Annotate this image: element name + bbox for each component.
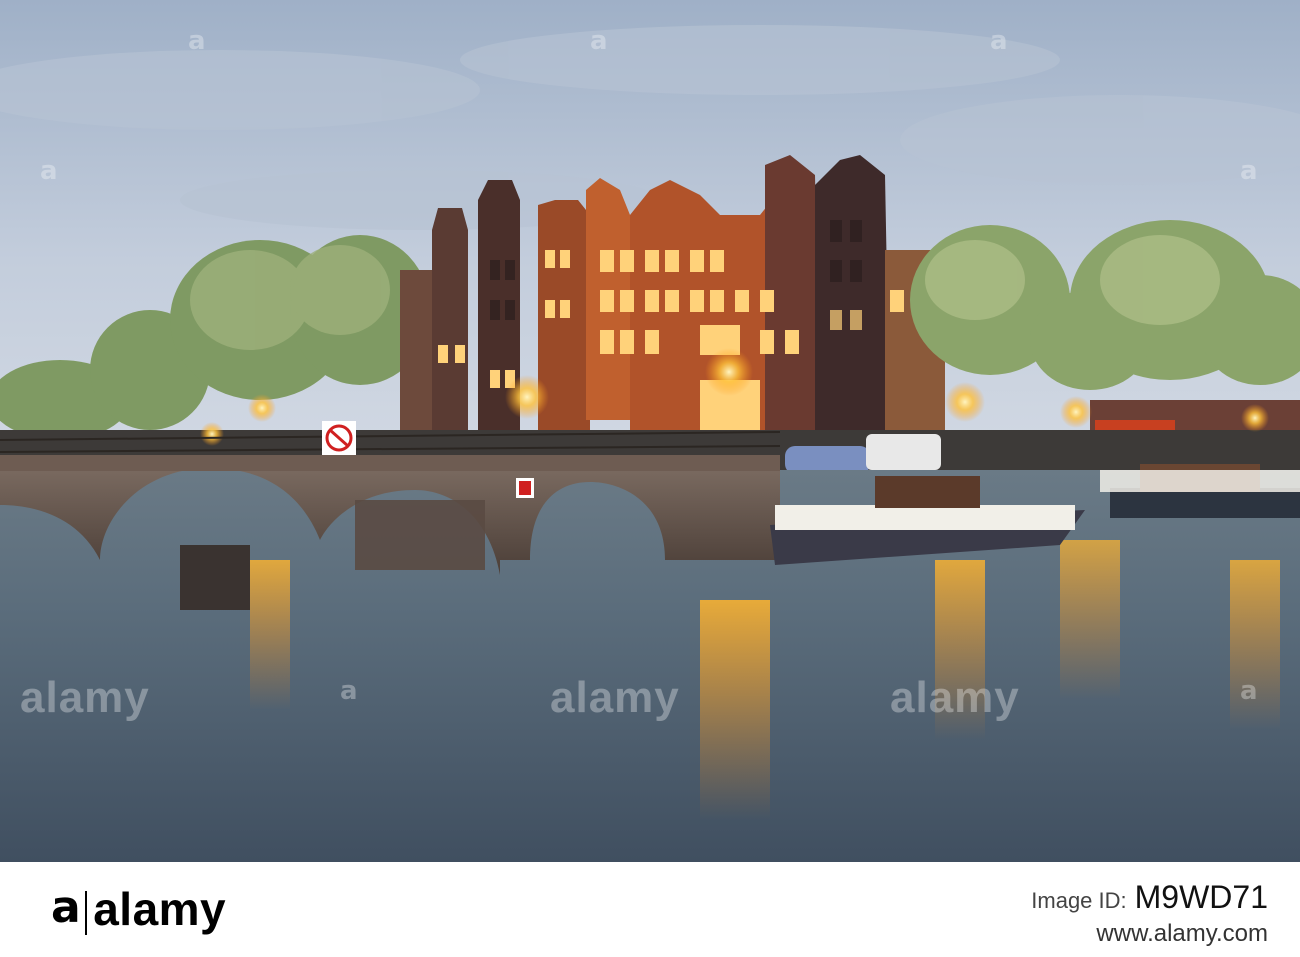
logo-divider (85, 890, 88, 935)
footer-info: Image ID: M9WD71 www.alamy.com (1031, 880, 1268, 950)
alamy-logo-word: alamy (93, 883, 227, 935)
alamy-logo[interactable]: a alamy (51, 882, 227, 935)
canal-scene-image (0, 0, 1300, 862)
alamy-logo-mark: a (51, 882, 82, 933)
footer-bar: a alamy Image ID: M9WD71 www.alamy.com (0, 862, 1300, 957)
image-id-value: M9WD71 (1134, 879, 1268, 915)
footer-url[interactable]: www.alamy.com (1031, 918, 1268, 950)
image-id-line: Image ID: M9WD71 (1031, 880, 1268, 918)
photograph: alamy alamy alamy a a a a a a a (0, 0, 1300, 862)
image-id-label: Image ID: (1031, 888, 1127, 913)
